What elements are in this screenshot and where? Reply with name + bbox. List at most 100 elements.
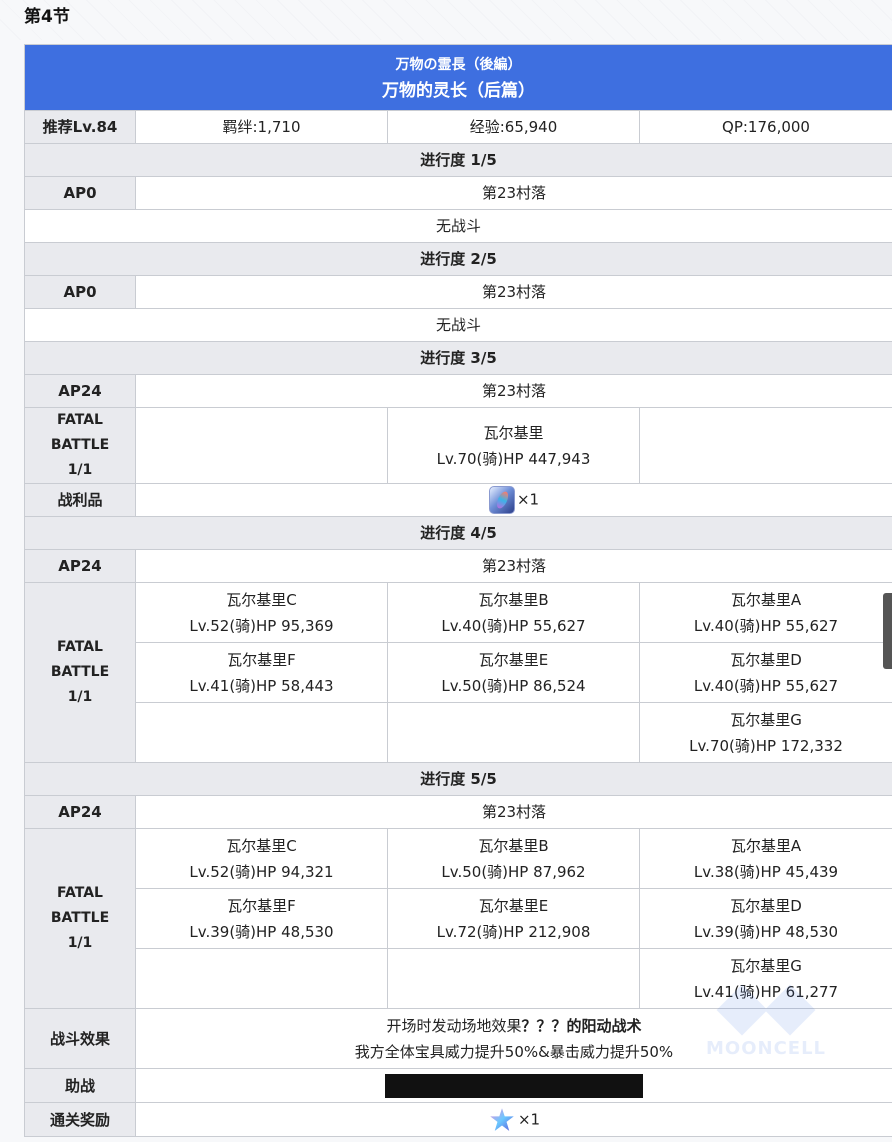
enemy-cell: 瓦尔基里D Lv.40(骑)HP 55,627	[639, 642, 892, 703]
enemy-name: 瓦尔基里C	[226, 590, 297, 609]
exp-value: 经验:65,940	[387, 110, 640, 144]
redacted-support-bar	[385, 1074, 643, 1098]
bond-value: 羁绊:1,710	[135, 110, 388, 144]
enemy-stats: Lv.50(骑)HP 87,962	[441, 862, 586, 881]
enemy-name: 瓦尔基里E	[478, 650, 549, 669]
enemy-cell: 瓦尔基里C Lv.52(骑)HP 95,369	[135, 582, 388, 643]
drops-cell: ×1	[135, 483, 892, 517]
header-background-pattern	[0, 0, 892, 40]
location-4: 第23村落	[135, 549, 892, 583]
enemy-name: 瓦尔基里B	[478, 590, 549, 609]
battle-effect-line1: 开场时发动场地效果？？？的阳动战术	[140, 1013, 888, 1039]
enemy-cell: 瓦尔基里G Lv.41(骑)HP 61,277	[639, 948, 892, 1009]
enemy-name: 瓦尔基里E	[478, 896, 549, 915]
enemy-cell: 瓦尔基里B Lv.40(骑)HP 55,627	[387, 582, 640, 643]
enemy-name: 瓦尔基里	[483, 423, 544, 442]
no-battle-2: 无战斗	[24, 308, 892, 342]
progress-header-3: 进行度 3/5	[24, 341, 892, 375]
location-3: 第23村落	[135, 374, 892, 408]
enemy-slot-empty	[387, 702, 640, 763]
enemy-stats: Lv.52(骑)HP 95,369	[189, 616, 334, 635]
fatal-battle-text: FATAL BATTLE	[50, 639, 110, 680]
enemy-stats: Lv.40(骑)HP 55,627	[693, 676, 839, 695]
quest-title-cn: 万物的灵长（后篇）	[382, 80, 535, 101]
progress-header-5: 进行度 5/5	[24, 762, 892, 796]
enemy-name: 瓦尔基里D	[730, 896, 802, 915]
enemy-stats: Lv.39(骑)HP 48,530	[693, 922, 839, 941]
clear-reward-cell: ×1	[135, 1102, 892, 1137]
enemy-slot-empty	[135, 948, 388, 1009]
prism-gem-icon[interactable]	[488, 486, 515, 514]
drop-count: ×1	[516, 490, 540, 509]
drops-label: 战利品	[24, 483, 136, 517]
enemy-name: 瓦尔基里G	[730, 710, 802, 729]
battle-effect-line2: 我方全体宝具威力提升50%&暴击威力提升50%	[354, 1042, 674, 1061]
progress-header-2: 进行度 2/5	[24, 242, 892, 276]
enemy-name: 瓦尔基里D	[730, 650, 802, 669]
enemy-slot-empty	[135, 407, 388, 484]
fatal-battle-text: FATAL BATTLE	[50, 885, 110, 926]
quest-table: 万物の霊長（後編） 万物的灵长（后篇） 推荐Lv.84 羁绊:1,710 经验:…	[24, 44, 892, 1137]
no-battle-1: 无战斗	[24, 209, 892, 243]
ap-cost-4: AP24	[24, 549, 136, 583]
battle-effect-label: 战斗效果	[24, 1008, 136, 1069]
enemy-cell: 瓦尔基里G Lv.70(骑)HP 172,332	[639, 702, 892, 763]
reward-count: ×1	[517, 1110, 541, 1128]
enemy-stats: Lv.70(骑)HP 447,943	[436, 449, 591, 468]
enemy-stats: Lv.40(骑)HP 55,627	[441, 616, 586, 635]
enemy-cell: 瓦尔基里 Lv.70(骑)HP 447,943	[387, 407, 640, 484]
enemy-stats: Lv.41(骑)HP 58,443	[189, 676, 334, 695]
support-cell	[135, 1068, 892, 1103]
enemy-cell: 瓦尔基里C Lv.52(骑)HP 94,321	[135, 828, 388, 889]
fatal-battle-label-3: FATAL BATTLE 1/1	[24, 407, 136, 484]
enemy-cell: 瓦尔基里E Lv.72(骑)HP 212,908	[387, 888, 640, 949]
fatal-battle-label-5: FATAL BATTLE 1/1	[24, 828, 136, 1009]
enemy-cell: 瓦尔基里E Lv.50(骑)HP 86,524	[387, 642, 640, 703]
enemy-stats: Lv.70(骑)HP 172,332	[689, 736, 843, 755]
enemy-stats: Lv.72(骑)HP 212,908	[436, 922, 591, 941]
enemy-slot-empty	[639, 407, 892, 484]
enemy-cell: 瓦尔基里A Lv.40(骑)HP 55,627	[639, 582, 892, 643]
wave-count: 1/1	[67, 689, 93, 705]
location-1: 第23村落	[135, 176, 892, 210]
enemy-stats: Lv.52(骑)HP 94,321	[189, 862, 334, 881]
progress-header-1: 进行度 1/5	[24, 143, 892, 177]
quest-title-jp: 万物の霊長（後編）	[395, 56, 522, 73]
recommend-level: 推荐Lv.84	[24, 110, 136, 144]
enemy-slot-empty	[387, 948, 640, 1009]
ap-cost-2: AP0	[24, 275, 136, 309]
quest-title-banner: 万物の霊長（後編） 万物的灵长（后篇）	[24, 44, 892, 111]
enemy-stats: Lv.50(骑)HP 86,524	[441, 676, 586, 695]
battle-effect-cell: 开场时发动场地效果？？？的阳动战术 我方全体宝具威力提升50%&暴击威力提升50…	[135, 1008, 892, 1069]
support-label: 助战	[24, 1068, 136, 1103]
location-5: 第23村落	[135, 795, 892, 829]
enemy-stats: Lv.40(骑)HP 55,627	[693, 616, 839, 635]
qp-value: QP:176,000	[639, 110, 892, 144]
location-2: 第23村落	[135, 275, 892, 309]
fatal-battle-label-4: FATAL BATTLE 1/1	[24, 582, 136, 763]
wave-count: 1/1	[67, 935, 93, 951]
enemy-cell: 瓦尔基里D Lv.39(骑)HP 48,530	[639, 888, 892, 949]
enemy-name: 瓦尔基里B	[478, 836, 549, 855]
enemy-name: 瓦尔基里A	[730, 836, 802, 855]
battle-effect-bold: ？？？的阳动战术	[521, 1016, 642, 1035]
ap-cost-5: AP24	[24, 795, 136, 829]
ap-cost-1: AP0	[24, 176, 136, 210]
enemy-cell: 瓦尔基里A Lv.38(骑)HP 45,439	[639, 828, 892, 889]
wave-count: 1/1	[67, 462, 93, 478]
enemy-name: 瓦尔基里G	[730, 956, 802, 975]
side-scroll-tab[interactable]	[883, 593, 892, 669]
enemy-cell: 瓦尔基里F Lv.39(骑)HP 48,530	[135, 888, 388, 949]
progress-header-4: 进行度 4/5	[24, 516, 892, 550]
ap-cost-3: AP24	[24, 374, 136, 408]
enemy-name: 瓦尔基里C	[226, 836, 297, 855]
enemy-cell: 瓦尔基里F Lv.41(骑)HP 58,443	[135, 642, 388, 703]
saint-quartz-icon[interactable]	[487, 1105, 517, 1134]
battle-effect-prefix: 开场时发动场地效果	[386, 1016, 522, 1035]
enemy-name: 瓦尔基里F	[227, 896, 296, 915]
enemy-stats: Lv.41(骑)HP 61,277	[693, 982, 839, 1001]
enemy-name: 瓦尔基里F	[227, 650, 296, 669]
clear-reward-label: 通关奖励	[24, 1102, 136, 1137]
enemy-stats: Lv.38(骑)HP 45,439	[693, 862, 839, 881]
enemy-stats: Lv.39(骑)HP 48,530	[189, 922, 334, 941]
